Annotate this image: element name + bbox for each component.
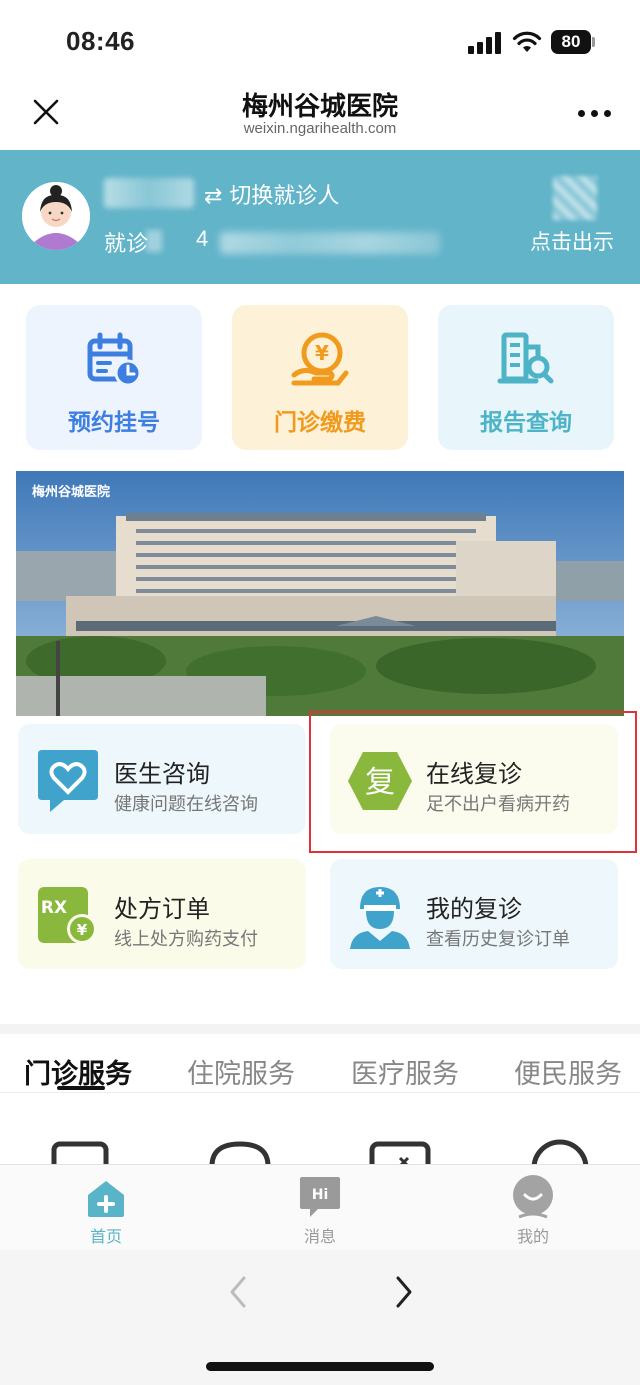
patient-name-redacted	[104, 178, 194, 208]
browser-toolbar	[0, 1250, 640, 1385]
tile-appointment[interactable]: 预约挂号	[26, 305, 202, 450]
service-title: 医生咨询	[114, 760, 210, 788]
navbar: 梅州谷城医院 weixin.ngarihealth.com	[0, 82, 640, 150]
nav-label: 首页	[89, 1227, 122, 1246]
service-title: 处方订单	[114, 895, 210, 923]
nav-messages[interactable]: Hi 消息	[280, 1175, 360, 1247]
nav-label: 我的	[516, 1227, 549, 1246]
calendar-clock-icon	[87, 332, 142, 387]
section-divider	[0, 1024, 640, 1034]
partial-service-icons	[51, 1139, 589, 1166]
qr-code-icon[interactable]	[553, 176, 597, 220]
service-my-revisit[interactable]: 我的复诊 查看历史复诊订单	[330, 859, 618, 969]
service-subtitle: 健康问题在线咨询	[114, 794, 258, 815]
heart-chat-icon	[38, 750, 98, 812]
patient-card: ⇄ 切换就诊人 就诊 4 点击出示	[0, 150, 640, 284]
coin-hand-icon: ¥	[291, 332, 349, 386]
nav-label: 消息	[303, 1227, 336, 1246]
battery-icon: 80	[551, 30, 591, 54]
home-plus-icon	[88, 1181, 124, 1217]
more-icon[interactable]	[578, 110, 612, 118]
forward-arrow-icon[interactable]	[390, 1274, 418, 1310]
cellular-signal-icon	[468, 32, 502, 54]
tab-inpatient[interactable]: 住院服务	[187, 1052, 295, 1091]
tab-medical[interactable]: 医疗服务	[351, 1052, 459, 1091]
nav-profile[interactable]: 我的	[493, 1175, 573, 1247]
service-subtitle: 查看历史复诊订单	[426, 929, 570, 950]
bottom-nav: 首页 Hi 消息 我的	[0, 1164, 640, 1250]
switch-patient-link[interactable]: ⇄ 切换就诊人	[204, 178, 339, 210]
rx-prescription-icon: RX ¥	[38, 887, 97, 944]
show-code-label[interactable]: 点击出示	[530, 226, 614, 256]
home-indicator[interactable]	[206, 1362, 434, 1371]
nurse-icon	[350, 887, 410, 949]
rx-icon-text: RX	[41, 898, 67, 918]
service-doctor-consult[interactable]: 医生咨询 健康问题在线咨询	[18, 724, 306, 834]
wifi-icon	[512, 31, 542, 52]
tile-label: 预约挂号	[68, 410, 160, 436]
redacted-block	[146, 230, 162, 252]
svg-text:¥: ¥	[315, 341, 329, 365]
message-hi-icon: Hi	[300, 1177, 340, 1217]
service-prescription-order[interactable]: RX ¥ 处方订单 线上处方购药支付	[18, 859, 306, 969]
avatar	[22, 182, 90, 250]
report-search-icon	[497, 332, 554, 384]
visit-number-label: 就诊	[104, 232, 149, 257]
tab-convenience[interactable]: 便民服务	[514, 1052, 622, 1091]
hospital-banner[interactable]: 梅州谷城医院	[16, 471, 624, 716]
tile-label: 报告查询	[480, 410, 572, 436]
tile-report-query[interactable]: 报告查询	[438, 305, 614, 450]
battery-tip	[592, 37, 595, 47]
highlight-annotation	[309, 711, 637, 853]
active-tab-indicator	[57, 1086, 105, 1090]
page-title: 梅州谷城医院	[241, 92, 398, 122]
visit-number-redacted	[220, 232, 440, 254]
page-url: weixin.ngarihealth.com	[243, 120, 397, 137]
tile-outpatient-payment[interactable]: ¥ 门诊缴费	[232, 305, 408, 450]
service-title: 我的复诊	[426, 895, 522, 923]
status-time: 08:46	[66, 26, 135, 56]
service-tabs: 门诊服务 住院服务 医疗服务 便民服务	[0, 1034, 640, 1092]
message-icon-text: Hi	[312, 1187, 329, 1203]
back-arrow-icon[interactable]	[224, 1274, 252, 1310]
tabs-divider	[0, 1092, 640, 1093]
visit-number: 4	[196, 226, 209, 251]
banner-logo: 梅州谷城医院	[32, 485, 111, 500]
svg-text:¥: ¥	[77, 921, 88, 939]
profile-icon	[513, 1175, 553, 1219]
service-subtitle: 线上处方购药支付	[114, 929, 258, 950]
status-bar: 08:46 80	[0, 0, 640, 82]
hospital-photo	[16, 471, 624, 716]
tile-label: 门诊缴费	[274, 410, 366, 436]
nav-home[interactable]: 首页	[66, 1175, 146, 1247]
